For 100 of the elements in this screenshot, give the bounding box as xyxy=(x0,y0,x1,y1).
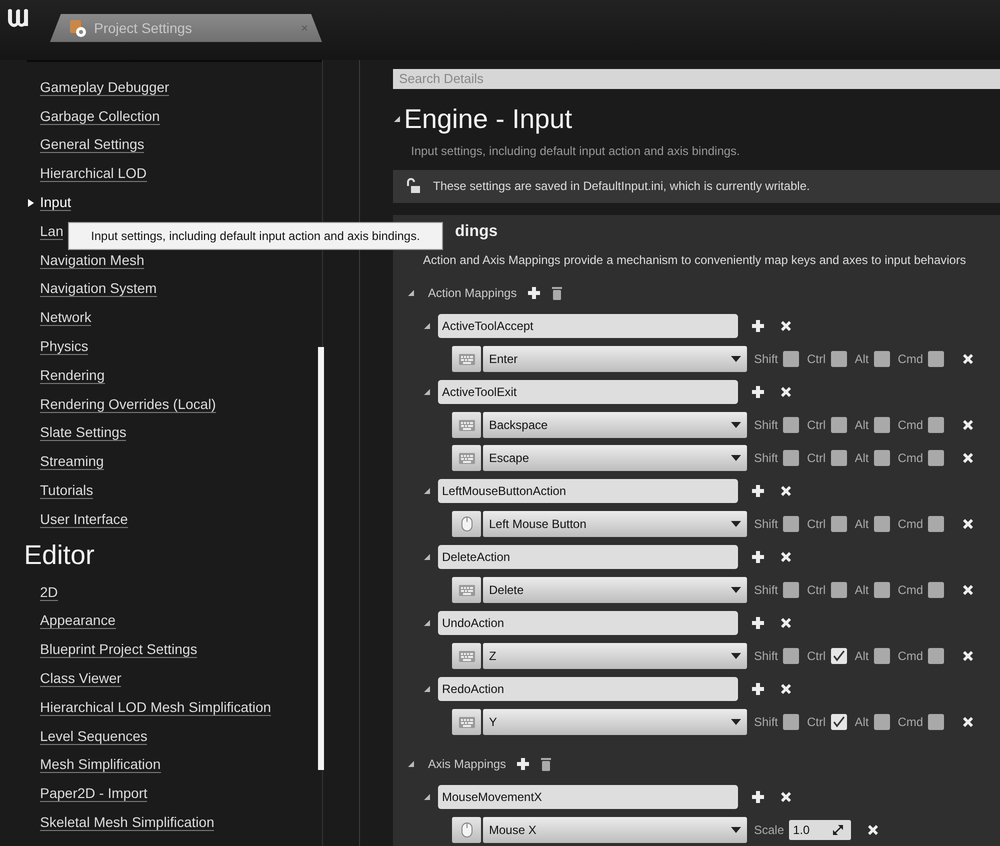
sidebar-item[interactable]: Gameplay Debugger xyxy=(40,78,170,96)
sidebar-item[interactable]: Hierarchical LOD Mesh Simplification xyxy=(40,698,272,716)
modifier-checkbox[interactable] xyxy=(783,416,800,433)
mapping-name-field[interactable]: ActiveToolExit xyxy=(438,380,738,404)
mapping-name-field[interactable]: MouseMovementX xyxy=(438,784,738,809)
key-picker-button[interactable] xyxy=(452,642,481,669)
sidebar-item[interactable]: Input xyxy=(40,194,72,212)
sidebar-item[interactable]: Level Sequences xyxy=(40,728,148,745)
modifier-label: Cmd xyxy=(898,352,924,366)
mapping-name-field[interactable]: ActiveToolAccept xyxy=(438,314,738,338)
key-picker-button[interactable] xyxy=(452,412,481,438)
sidebar-item[interactable]: Mesh Simplification xyxy=(40,756,161,774)
modifier-checkbox[interactable] xyxy=(874,582,890,598)
modifier-checkbox[interactable] xyxy=(830,582,847,598)
modifier-checkbox[interactable] xyxy=(874,416,890,433)
modifier-checkbox[interactable] xyxy=(928,714,944,730)
modifier-checkbox[interactable] xyxy=(874,350,890,367)
group-label: Axis Mappings xyxy=(428,757,506,772)
modifier-checkbox[interactable] xyxy=(783,450,800,466)
key-dropdown[interactable]: Backspace xyxy=(483,412,747,438)
search-field[interactable]: Search Details xyxy=(393,69,1000,89)
mapping-name-field[interactable]: RedoAction xyxy=(438,676,738,701)
remove-icon xyxy=(962,518,974,530)
modifier-checkbox[interactable] xyxy=(830,350,847,367)
sidebar-item[interactable]: Rendering xyxy=(40,366,105,384)
modifier-checkbox[interactable] xyxy=(783,648,800,664)
key-picker-button[interactable] xyxy=(452,346,481,372)
modifier-checkbox[interactable] xyxy=(783,516,800,532)
modifier-label: Ctrl xyxy=(807,516,826,531)
modifier-checkbox[interactable] xyxy=(783,714,800,730)
collapse-arrow-icon xyxy=(423,618,431,627)
key-dropdown[interactable]: Enter xyxy=(483,346,747,372)
sidebar-item[interactable]: Streaming xyxy=(40,453,104,470)
modifier-checkbox[interactable] xyxy=(928,416,944,433)
sidebar-item[interactable]: Slate Settings xyxy=(40,424,126,442)
key-dropdown[interactable]: Delete xyxy=(483,576,747,603)
sidebar-item[interactable]: Garbage Collection xyxy=(40,108,160,125)
sidebar-item[interactable]: Navigation Mesh xyxy=(40,252,144,269)
key-dropdown[interactable]: Y xyxy=(483,708,747,735)
sidebar-item[interactable]: Physics xyxy=(40,338,88,356)
sidebar-item[interactable]: General Settings xyxy=(40,136,144,154)
sidebar-item[interactable]: Skeletal Mesh Simplification xyxy=(40,814,214,832)
collapse-arrow-icon xyxy=(423,486,431,495)
scrollbar-thumb[interactable] xyxy=(318,347,324,770)
modifier-checkbox[interactable] xyxy=(874,450,890,466)
key-dropdown[interactable]: Left Mouse Button xyxy=(483,510,747,537)
dropdown-caret-icon xyxy=(731,718,741,725)
key-picker-button[interactable] xyxy=(452,576,481,603)
remove-icon xyxy=(780,484,792,497)
mapping-name-field[interactable]: UndoAction xyxy=(438,610,738,635)
mapping-name-field[interactable]: LeftMouseButtonAction xyxy=(438,478,738,503)
keyboard-icon xyxy=(458,352,476,366)
sidebar-item[interactable]: Network xyxy=(40,309,92,326)
modifier-checkbox[interactable] xyxy=(783,350,800,367)
sidebar-item[interactable]: Class Viewer xyxy=(40,670,122,688)
sidebar-item[interactable]: Hierarchical LOD xyxy=(40,165,147,182)
sidebar-item[interactable]: Blueprint Project Settings xyxy=(40,641,198,658)
key-dropdown[interactable]: Escape xyxy=(483,444,747,471)
settings-icon xyxy=(68,18,88,38)
modifier-checkbox[interactable] xyxy=(830,648,847,664)
sidebar-item[interactable]: Appearance xyxy=(40,612,116,630)
keyboard-icon xyxy=(458,418,476,432)
key-picker-button[interactable] xyxy=(452,708,481,735)
remove-icon xyxy=(962,418,974,431)
sidebar-item[interactable]: Tutorials xyxy=(40,482,94,500)
modifier-checkbox[interactable] xyxy=(783,582,800,598)
modifier-label: Cmd xyxy=(898,648,924,663)
sidebar-item[interactable]: Paper2D - Import xyxy=(40,785,148,802)
modifier-checkbox[interactable] xyxy=(874,714,890,730)
sidebar-item[interactable]: 2D xyxy=(40,584,58,601)
remove-icon xyxy=(962,452,974,464)
modifier-checkbox[interactable] xyxy=(830,416,847,433)
modifier-checkbox[interactable] xyxy=(830,516,847,532)
key-dropdown[interactable]: Z xyxy=(483,642,747,669)
keyboard-icon xyxy=(458,450,476,465)
key-picker-button[interactable] xyxy=(452,444,481,471)
scale-field[interactable]: 1.0 xyxy=(789,820,852,840)
modifier-checkbox[interactable] xyxy=(928,450,944,466)
sidebar-item[interactable]: Lan xyxy=(40,222,64,240)
modifier-label: Shift xyxy=(754,450,778,465)
key-picker-button[interactable] xyxy=(452,816,481,843)
modifier-checkbox[interactable] xyxy=(928,582,944,598)
key-dropdown[interactable]: Mouse X xyxy=(483,816,747,843)
key-picker-button[interactable] xyxy=(452,510,481,537)
modifier-checkbox[interactable] xyxy=(874,648,890,664)
modifier-checkbox[interactable] xyxy=(830,450,847,466)
sidebar-item[interactable]: Rendering Overrides (Local) xyxy=(40,396,216,413)
modifier-checkbox[interactable] xyxy=(928,350,944,367)
modifier-checkbox[interactable] xyxy=(874,516,890,532)
sidebar-item[interactable]: Navigation System xyxy=(40,280,157,298)
modifier-checkbox[interactable] xyxy=(928,516,944,532)
modifier-checkbox[interactable] xyxy=(830,714,847,730)
modifier-checkbox[interactable] xyxy=(928,648,944,664)
add-icon xyxy=(751,384,765,399)
sidebar-item[interactable]: User Interface xyxy=(40,510,128,528)
unlocked-padlock-icon xyxy=(405,178,421,194)
group-label: Action Mappings xyxy=(428,286,517,300)
mapping-name-field[interactable]: DeleteAction xyxy=(438,544,738,569)
keyboard-icon xyxy=(458,714,476,729)
dropdown-caret-icon xyxy=(731,520,741,527)
